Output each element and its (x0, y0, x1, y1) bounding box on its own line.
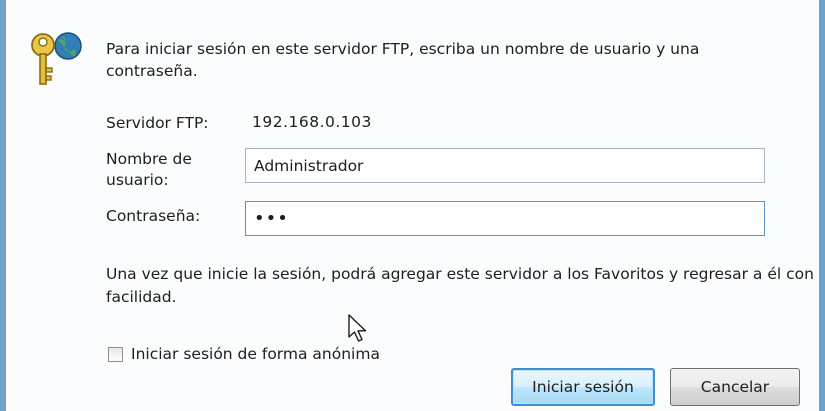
anonymous-checkbox[interactable] (108, 346, 123, 362)
cancel-button[interactable]: Cancelar (670, 368, 800, 406)
username-input[interactable] (245, 148, 765, 183)
anonymous-login-option[interactable]: Iniciar sesión de forma anónima (106, 345, 380, 363)
ftp-login-dialog: Para iniciar sesión en este servidor FTP… (0, 0, 825, 411)
server-value: 192.168.0.103 (252, 113, 372, 131)
dialog-message: Para iniciar sesión en este servidor FTP… (106, 40, 700, 80)
password-label: Contraseña: (106, 207, 201, 225)
login-button[interactable]: Iniciar sesión (511, 368, 655, 406)
server-label: Servidor FTP: (106, 114, 209, 132)
key-globe-icon (31, 32, 82, 85)
username-label: Nombre de usuario: (106, 150, 192, 189)
password-input[interactable] (245, 201, 765, 236)
mouse-cursor-icon (348, 314, 367, 342)
anonymous-label: Iniciar sesión de forma anónima (131, 345, 380, 363)
info-text: Una vez que inicie la sesión, podrá agre… (106, 265, 814, 306)
